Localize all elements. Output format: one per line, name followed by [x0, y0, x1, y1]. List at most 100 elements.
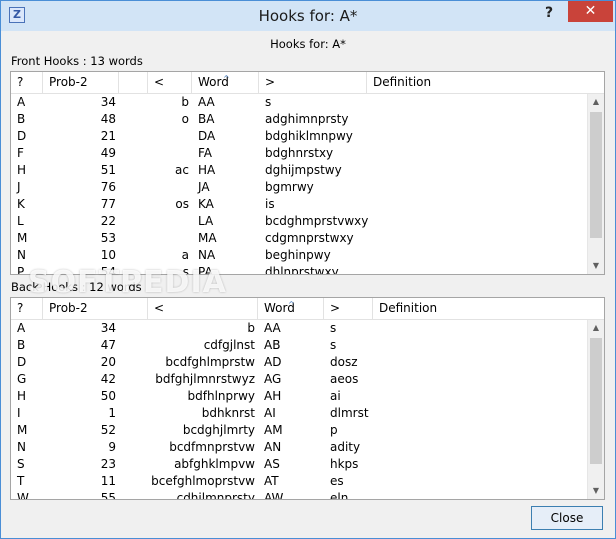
row-word: AN	[264, 440, 282, 454]
row-front-hooks: a	[181, 248, 189, 262]
row-probability: 48	[100, 112, 116, 126]
table-row[interactable]: G 42 bdfghjlmnrstwyz AG aeos	[11, 371, 587, 388]
row-back-hooks: bgmrwy	[265, 180, 314, 194]
row-front-hooks: bcdfmnprstvw	[169, 440, 255, 454]
front-col-definition[interactable]: Definition	[367, 72, 587, 93]
table-row[interactable]: L 22 LA bcdghmprstvwxy	[11, 213, 587, 230]
row-letter: W	[17, 491, 29, 499]
table-row[interactable]: H 50 bdfhlnprwy AH ai	[11, 388, 587, 405]
front-col-word[interactable]: ^ Word	[192, 72, 259, 93]
row-letter: A	[17, 95, 26, 109]
front-col-back[interactable]: >	[259, 72, 367, 93]
table-row[interactable]: T 11 bcefghlmoprstvw AT es	[11, 473, 587, 490]
table-row[interactable]: D 21 DA bdghiklmnpwy	[11, 128, 587, 145]
row-probability: 49	[100, 146, 116, 160]
row-probability: 21	[100, 129, 116, 143]
row-front-hooks: bcdghjlmrty	[182, 423, 255, 437]
row-letter: M	[17, 231, 28, 245]
row-probability: 76	[100, 180, 116, 194]
row-letter: B	[17, 338, 26, 352]
table-row[interactable]: W 55 cdhjlmnprsty AW eln	[11, 490, 587, 499]
row-back-hooks: bdghiklmnpwy	[265, 129, 353, 143]
help-button[interactable]: ?	[538, 3, 560, 23]
row-back-hooks: is	[265, 197, 275, 211]
row-word: AS	[264, 457, 280, 471]
back-col-q[interactable]: ?	[11, 298, 43, 319]
row-back-hooks: adghimnprsty	[265, 112, 349, 126]
row-word: JA	[198, 180, 210, 194]
table-row[interactable]: J 76 JA bgmrwy	[11, 179, 587, 196]
row-word: AH	[264, 389, 282, 403]
table-row[interactable]: A 34 b AA s	[11, 320, 587, 337]
sort-up-icon: ^	[223, 74, 230, 83]
table-row[interactable]: B 48 o BA adghimnprsty	[11, 111, 587, 128]
table-row[interactable]: M 53 MA cdgmnprstwxy	[11, 230, 587, 247]
row-back-hooks: p	[330, 423, 338, 437]
row-letter: D	[17, 355, 27, 369]
table-row[interactable]: M 52 bcdghjlmrty AM p	[11, 422, 587, 439]
table-row[interactable]: N 10 a NA beghinpwy	[11, 247, 587, 264]
row-probability: 22	[100, 214, 116, 228]
front-col-q[interactable]: ?	[11, 72, 43, 93]
row-letter: B	[17, 112, 26, 126]
row-back-hooks: cdgmnprstwxy	[265, 231, 354, 245]
table-row[interactable]: F 49 FA bdghnrstxy	[11, 145, 587, 162]
hooks-header-label: Hooks for: A*	[270, 37, 346, 51]
row-back-hooks: es	[330, 474, 344, 488]
row-back-hooks: dghijmpstwy	[265, 163, 342, 177]
scroll-down-icon[interactable]: ▼	[588, 483, 604, 499]
row-probability: 55	[100, 491, 116, 499]
front-vertical-scrollbar[interactable]: ▲ ▼	[587, 94, 604, 274]
front-col-front[interactable]: <	[148, 72, 192, 93]
row-word: AM	[264, 423, 283, 437]
row-letter: A	[17, 321, 26, 335]
table-row[interactable]: A 34 b AA s	[11, 94, 587, 111]
row-word: MA	[198, 231, 217, 245]
back-col-word[interactable]: ^ Word	[258, 298, 324, 319]
scroll-down-icon[interactable]: ▼	[588, 258, 604, 274]
back-col-front[interactable]: <	[148, 298, 258, 319]
scroll-up-icon[interactable]: ▲	[588, 94, 604, 110]
window-close-button[interactable]: ✕	[568, 1, 613, 22]
back-hooks-header: ? Prob-2 < ^ Word > Definition	[11, 298, 604, 320]
row-probability: 34	[100, 95, 116, 109]
row-word: FA	[198, 146, 213, 160]
scroll-up-icon[interactable]: ▲	[588, 320, 604, 336]
back-col-back[interactable]: >	[324, 298, 373, 319]
table-row[interactable]: K 77 os KA is	[11, 196, 587, 213]
front-col-blank[interactable]	[119, 72, 148, 93]
row-front-hooks: cdfgjlnst	[203, 338, 255, 352]
back-vertical-scrollbar[interactable]: ▲ ▼	[587, 320, 604, 499]
row-front-hooks: bdfghjlmnrstwyz	[155, 372, 255, 386]
back-hooks-rows: A 34 b AA s B 47 cdfgjlnst AB s D 20 bcdfghlmprstw AD…	[11, 320, 587, 499]
table-row[interactable]: S 23 abfghklmpvw AS hkps	[11, 456, 587, 473]
row-letter: M	[17, 423, 28, 437]
row-word: BA	[198, 112, 215, 126]
front-col-prob[interactable]: Prob-2	[43, 72, 119, 93]
front-scroll-thumb[interactable]	[590, 112, 602, 238]
row-probability: 51	[100, 163, 116, 177]
row-letter: G	[17, 372, 27, 386]
table-row[interactable]: N 9 bcdfmnprstvw AN adity	[11, 439, 587, 456]
close-button[interactable]: Close	[531, 506, 603, 530]
row-letter: H	[17, 389, 27, 403]
table-row[interactable]: B 47 cdfgjlnst AB s	[11, 337, 587, 354]
row-word: KA	[198, 197, 214, 211]
back-hooks-table[interactable]: ? Prob-2 < ^ Word > Definition A 34 b AA s B 4…	[10, 297, 605, 500]
row-back-hooks: aeos	[330, 372, 359, 386]
row-word: AD	[264, 355, 282, 369]
table-row[interactable]: H 51 ac HA dghijmpstwy	[11, 162, 587, 179]
back-col-prob[interactable]: Prob-2	[43, 298, 148, 319]
back-scroll-thumb[interactable]	[590, 338, 602, 464]
table-row[interactable]: D 20 bcdfghlmprstw AD dosz	[11, 354, 587, 371]
row-probability: 77	[100, 197, 116, 211]
front-hooks-table[interactable]: ? Prob-2 < ^ Word > Definition A 34 b AA s B 4…	[10, 71, 605, 275]
row-probability: 53	[100, 231, 116, 245]
back-col-definition[interactable]: Definition	[373, 298, 587, 319]
row-front-hooks: cdhjlmnprsty	[176, 491, 255, 499]
row-back-hooks: s	[330, 338, 337, 352]
row-letter: S	[17, 457, 25, 471]
row-back-hooks: beghinpwy	[265, 248, 331, 262]
softpedia-watermark: SOFTPEDIA	[28, 265, 227, 300]
table-row[interactable]: I 1 bdhknrst AI dlmrst	[11, 405, 587, 422]
